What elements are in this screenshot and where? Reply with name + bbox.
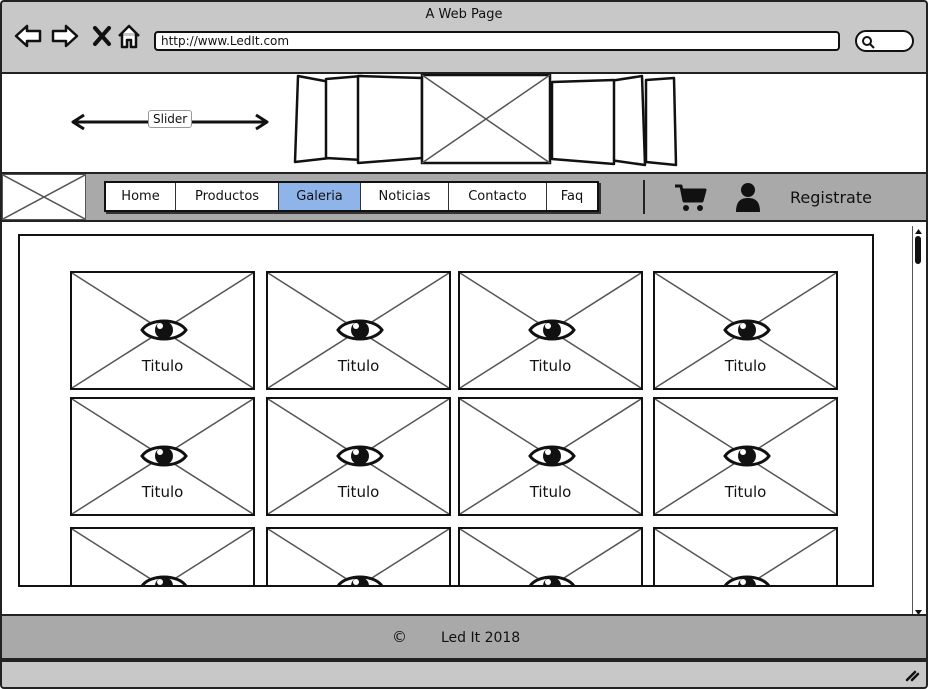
resize-grip-icon[interactable] — [904, 668, 920, 682]
user-icon[interactable] — [734, 182, 762, 214]
coverflow-card — [550, 78, 616, 166]
menu-item-faq[interactable]: Faq — [547, 183, 597, 210]
forward-arrow-icon — [51, 24, 79, 48]
menu-item-label: Galeria — [296, 189, 343, 204]
eye-icon — [723, 319, 771, 341]
tile-title: Titulo — [139, 357, 186, 375]
eye-icon — [528, 445, 576, 467]
menu-item-galeria[interactable]: Galeria — [279, 183, 361, 210]
gallery-tile[interactable]: Titulo — [266, 397, 451, 516]
main-menu: Home Productos Galeria Noticias Contacto… — [104, 181, 599, 212]
gallery-tile[interactable] — [70, 527, 255, 585]
nav-divider — [643, 180, 645, 214]
eye-icon — [723, 445, 771, 467]
window-title: A Web Page — [425, 7, 503, 22]
search-icon — [862, 36, 875, 49]
tile-title: Titulo — [335, 357, 382, 375]
eye-icon — [528, 319, 576, 341]
tile-title: Titulo — [527, 483, 574, 501]
home-icon — [118, 24, 140, 49]
logo-placeholder[interactable] — [2, 174, 86, 220]
image-placeholder-icon — [420, 73, 552, 165]
gallery-tile[interactable] — [266, 527, 451, 585]
image-coverflow[interactable] — [290, 72, 682, 168]
menu-item-label: Home — [121, 189, 160, 204]
shopping-cart-icon[interactable] — [674, 183, 708, 213]
back-arrow-icon — [14, 24, 42, 48]
scroll-thumb[interactable] — [915, 236, 921, 264]
coverflow-card — [356, 74, 424, 165]
home-button[interactable] — [115, 22, 143, 50]
menu-item-label: Productos — [194, 189, 260, 204]
footer-text: Led It 2018 — [441, 630, 521, 646]
eye-icon — [528, 575, 576, 585]
eye-icon — [140, 319, 188, 341]
scroll-up-icon[interactable] — [913, 226, 924, 236]
menu-item-home[interactable]: Home — [106, 183, 176, 210]
menu-item-contacto[interactable]: Contacto — [449, 183, 547, 210]
search-field[interactable] — [855, 30, 914, 52]
slider-label: Slider — [148, 110, 193, 128]
forward-button[interactable] — [51, 22, 79, 50]
gallery-tile[interactable]: Titulo — [70, 271, 255, 390]
close-icon — [93, 26, 111, 46]
eye-icon — [336, 445, 384, 467]
tile-title: Titulo — [722, 483, 769, 501]
stop-button[interactable] — [88, 22, 116, 50]
gallery-tile[interactable]: Titulo — [266, 271, 451, 390]
gallery-tile[interactable] — [653, 527, 838, 585]
coverflow-card — [644, 76, 678, 167]
menu-item-noticias[interactable]: Noticias — [361, 183, 449, 210]
gallery-tile[interactable]: Titulo — [458, 397, 643, 516]
gallery-frame: Titulo Titulo Titulo Titulo Titulo Titulo Titu… — [18, 234, 874, 587]
menu-item-productos[interactable]: Productos — [176, 183, 279, 210]
copyright-symbol: © — [392, 628, 407, 646]
image-placeholder-icon — [2, 174, 86, 220]
status-bar — [0, 660, 928, 689]
back-button[interactable] — [14, 22, 42, 50]
tile-title: Titulo — [335, 483, 382, 501]
tile-title: Titulo — [722, 357, 769, 375]
gallery-tile[interactable] — [458, 527, 643, 585]
eye-icon — [336, 319, 384, 341]
menu-item-label: Faq — [560, 189, 584, 204]
menu-item-label: Noticias — [378, 189, 431, 204]
eye-icon — [336, 575, 384, 585]
tile-title: Titulo — [139, 483, 186, 501]
gallery-tile[interactable]: Titulo — [653, 397, 838, 516]
tile-title: Titulo — [527, 357, 574, 375]
gallery-tile[interactable]: Titulo — [70, 397, 255, 516]
coverflow-card — [324, 74, 364, 162]
vertical-scrollbar[interactable] — [912, 226, 924, 618]
gallery-tile[interactable]: Titulo — [458, 271, 643, 390]
register-link[interactable]: Registrate — [790, 188, 872, 207]
eye-icon — [140, 445, 188, 467]
url-input[interactable]: http://www.LedIt.com — [154, 31, 840, 51]
menu-item-label: Contacto — [468, 189, 527, 204]
eye-icon — [140, 575, 188, 585]
eye-icon — [723, 575, 771, 585]
gallery-tile[interactable]: Titulo — [653, 271, 838, 390]
